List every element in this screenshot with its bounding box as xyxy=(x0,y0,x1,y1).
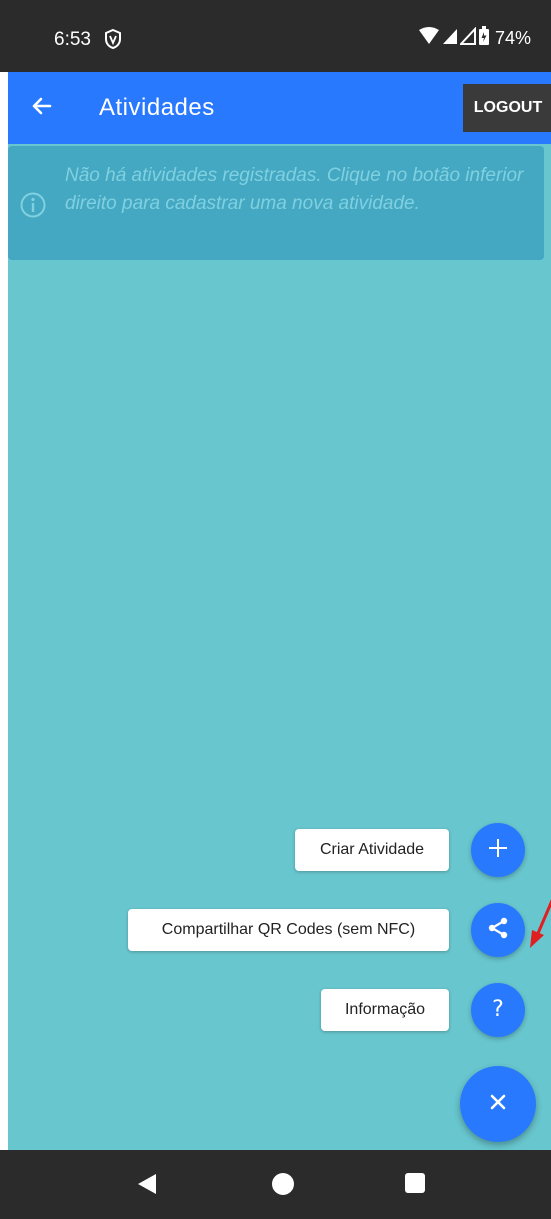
information-label[interactable]: Informação xyxy=(321,989,449,1031)
app-bar: Atividades LOGOUT xyxy=(8,72,551,144)
vpn-shield-icon xyxy=(103,28,123,55)
empty-state-message: Não há atividades registradas. Clique no… xyxy=(65,165,524,214)
empty-state-banner: Não há atividades registradas. Clique no… xyxy=(8,146,544,260)
arrow-back-icon[interactable] xyxy=(28,92,56,125)
nav-home-icon[interactable] xyxy=(271,1172,295,1201)
svg-text:?: ? xyxy=(492,997,504,1020)
info-icon xyxy=(20,192,46,223)
share-qr-codes-button[interactable] xyxy=(471,903,525,957)
share-icon xyxy=(486,916,510,945)
system-navigation-bar xyxy=(0,1150,551,1219)
logout-button[interactable]: LOGOUT xyxy=(463,84,551,132)
share-qr-codes-label[interactable]: Compartilhar QR Codes (sem NFC) xyxy=(128,909,449,951)
page-title: Atividades xyxy=(99,94,215,121)
nav-back-icon[interactable] xyxy=(136,1172,158,1201)
close-speed-dial-button[interactable] xyxy=(460,1066,536,1142)
signal-icon xyxy=(458,26,476,50)
battery-percent: 74% xyxy=(494,28,531,48)
status-icons: 74% xyxy=(418,26,531,51)
help-icon: ? xyxy=(488,996,508,1025)
close-icon xyxy=(488,1092,508,1117)
status-time: 6:53 xyxy=(54,29,91,50)
information-button[interactable]: ? xyxy=(471,983,525,1037)
wifi-icon xyxy=(418,27,440,50)
battery-icon xyxy=(478,26,490,51)
create-activity-button[interactable] xyxy=(471,823,525,877)
create-activity-label[interactable]: Criar Atividade xyxy=(295,829,449,871)
main-content: Não há atividades registradas. Clique no… xyxy=(8,144,551,1150)
status-bar: 6:53 74% xyxy=(0,0,551,72)
plus-icon xyxy=(487,837,509,864)
annotation-arrow-icon xyxy=(528,888,551,955)
signal-icon xyxy=(442,27,458,50)
nav-recents-icon[interactable] xyxy=(404,1172,426,1199)
